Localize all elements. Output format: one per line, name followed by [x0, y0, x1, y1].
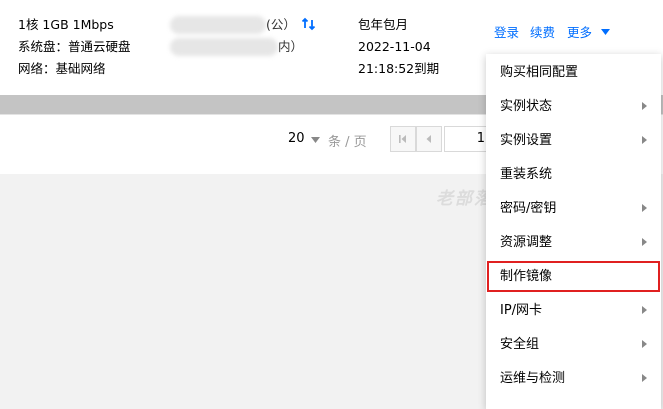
watermark: 老部落 — [436, 189, 493, 209]
menu-item-ip-nic[interactable]: IP/网卡 — [486, 294, 661, 327]
page-size-unit: 条 / 页 — [328, 135, 367, 150]
more-link[interactable]: 更多 — [567, 25, 592, 41]
more-caret-icon[interactable] — [601, 29, 610, 35]
menu-item-label: 制作镜像 — [500, 269, 553, 284]
more-actions-menu: 购买相同配置 实例状态 实例设置 重装系统 密码/密钥 资源调整 制作镜像 IP… — [486, 54, 661, 409]
menu-item-reinstall-system[interactable]: 重装系统 — [486, 158, 661, 191]
menu-item-label: 资源调整 — [500, 235, 553, 250]
menu-item-resource-adjust[interactable]: 资源调整 — [486, 226, 661, 259]
submenu-arrow-icon — [642, 204, 647, 212]
menu-item-label: 实例设置 — [500, 133, 553, 148]
redacted-private-ip — [170, 38, 278, 56]
submenu-arrow-icon — [642, 374, 647, 382]
prev-page-icon — [426, 135, 431, 143]
login-link[interactable]: 登录 — [494, 25, 519, 41]
page-size-caret-icon[interactable] — [311, 137, 320, 143]
submenu-arrow-icon — [642, 136, 647, 144]
page-number-input[interactable]: 1 — [444, 126, 492, 152]
renew-link[interactable]: 续费 — [530, 25, 555, 41]
first-page-icon — [399, 135, 406, 143]
billing-type: 包年包月 — [358, 17, 409, 32]
expire-date: 2022-11-04 — [358, 39, 431, 54]
menu-item-label: 重装系统 — [500, 167, 553, 182]
instance-disk: 系统盘：普通云硬盘 — [18, 39, 131, 54]
menu-item-label: 安全组 — [500, 337, 540, 352]
sync-icon[interactable] — [301, 16, 317, 32]
submenu-arrow-icon — [642, 306, 647, 314]
menu-item-create-image[interactable]: 制作镜像 — [486, 260, 661, 293]
submenu-arrow-icon — [642, 238, 647, 246]
submenu-arrow-icon — [642, 102, 647, 110]
menu-item-label: 运维与检测 — [500, 371, 566, 386]
instance-network: 网络：基础网络 — [18, 61, 106, 76]
prev-page-button[interactable] — [416, 126, 442, 152]
first-page-button[interactable] — [390, 126, 416, 152]
menu-item-label: 购买相同配置 — [500, 65, 579, 80]
public-ip-suffix: (公） — [266, 17, 296, 32]
menu-item-security-group[interactable]: 安全组 — [486, 328, 661, 361]
menu-item-label: 密码/密钥 — [500, 201, 557, 216]
private-ip-suffix: 内） — [278, 39, 304, 54]
submenu-arrow-icon — [642, 340, 647, 348]
menu-item-label: 实例状态 — [500, 99, 553, 114]
expire-time: 21:18:52到期 — [358, 61, 440, 76]
menu-item-ops-monitoring[interactable]: 运维与检测 — [486, 362, 661, 395]
instance-spec: 1核 1GB 1Mbps — [18, 17, 114, 32]
menu-item-instance-settings[interactable]: 实例设置 — [486, 124, 661, 157]
page-size-value[interactable]: 20 — [288, 131, 305, 146]
menu-item-label: IP/网卡 — [500, 303, 543, 318]
menu-item-instance-status[interactable]: 实例状态 — [486, 90, 661, 123]
menu-item-password-key[interactable]: 密码/密钥 — [486, 192, 661, 225]
menu-item-buy-same-config[interactable]: 购买相同配置 — [486, 56, 661, 89]
redacted-public-ip — [170, 16, 266, 34]
